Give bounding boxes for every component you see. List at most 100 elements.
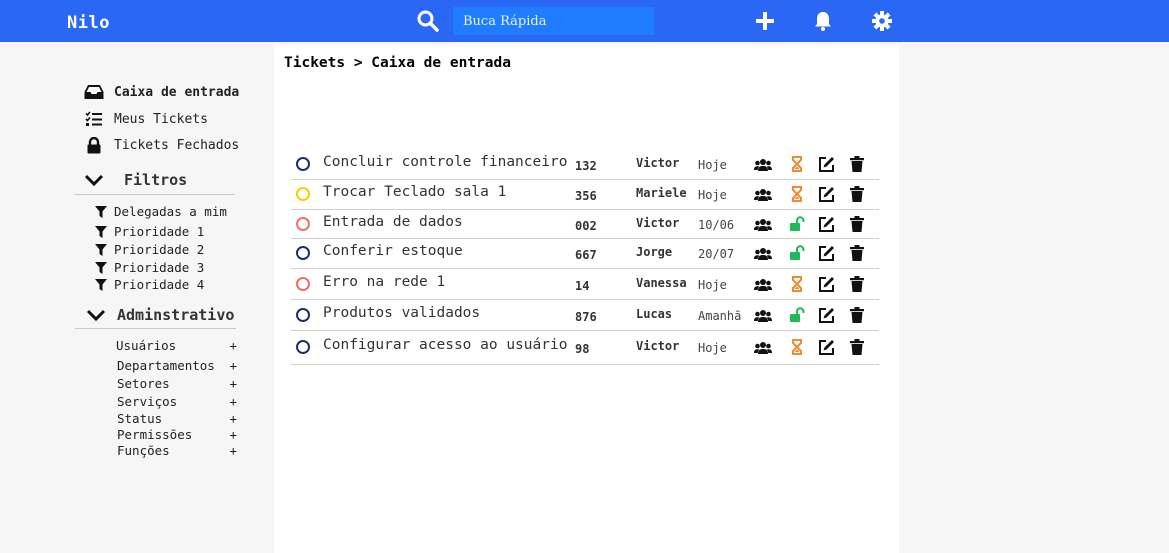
priority-indicator	[296, 308, 310, 322]
edit-icon[interactable]	[818, 276, 834, 292]
search-icon[interactable]	[416, 9, 440, 33]
ticket-date: Hoje	[698, 158, 727, 172]
unlock-icon[interactable]	[789, 307, 805, 323]
ticket-title[interactable]: Conferir estoque	[323, 243, 463, 259]
edit-icon[interactable]	[818, 307, 834, 323]
edit-icon[interactable]	[818, 245, 834, 261]
trash-icon[interactable]	[850, 245, 866, 261]
group-icon[interactable]	[754, 217, 772, 233]
ticket-date: Amanhã	[698, 309, 742, 323]
gear-icon[interactable]	[871, 10, 893, 32]
checklist-icon	[84, 110, 104, 128]
inbox-icon	[84, 83, 104, 101]
group-icon[interactable]	[754, 246, 772, 262]
filters-section-toggle[interactable]: Filtros	[84, 171, 187, 189]
filter-priority-3[interactable]: Prioridade 3	[95, 260, 204, 275]
admin-item-services[interactable]: Serviços +	[117, 394, 237, 409]
breadcrumb: Tickets > Caixa de entrada	[284, 55, 511, 71]
group-icon[interactable]	[754, 157, 772, 173]
edit-icon[interactable]	[818, 156, 834, 172]
edit-icon[interactable]	[818, 216, 834, 232]
ticket-date: Hoje	[698, 188, 727, 202]
main-panel: Tickets > Caixa de entrada Concluir cont…	[274, 44, 899, 553]
bell-icon[interactable]	[812, 10, 834, 32]
ticket-row[interactable]: Produtos validados 876 Lucas Amanhã	[291, 300, 879, 331]
admin-item-label: Status	[117, 411, 163, 426]
trash-icon[interactable]	[850, 307, 866, 323]
filter-label: Prioridade 4	[114, 277, 205, 292]
top-bar: Nilo	[0, 0, 1169, 42]
ticket-assignee: Victor	[636, 156, 680, 170]
sidebar-item-closed-tickets[interactable]: Tickets Fechados	[84, 136, 239, 154]
hourglass-icon[interactable]	[789, 156, 805, 172]
ticket-assignee: Victor	[636, 216, 680, 230]
add-button[interactable]: +	[229, 394, 237, 409]
trash-icon[interactable]	[850, 339, 866, 355]
filter-priority-4[interactable]: Prioridade 4	[95, 277, 204, 292]
admin-item-label: Funções	[117, 443, 170, 458]
ticket-row[interactable]: Erro na rede 1 14 Vanessa Hoje	[291, 269, 879, 300]
admin-item-sectors[interactable]: Setores +	[117, 376, 237, 391]
priority-indicator	[296, 157, 310, 171]
filter-delegated-to-me[interactable]: Delegadas a mim	[95, 204, 227, 219]
trash-icon[interactable]	[850, 186, 866, 202]
unlock-icon[interactable]	[789, 245, 805, 261]
filter-priority-1[interactable]: Prioridade 1	[95, 224, 204, 239]
admin-item-label: Serviços	[117, 394, 178, 409]
hourglass-icon[interactable]	[789, 186, 805, 202]
plus-icon[interactable]	[754, 10, 776, 32]
group-icon[interactable]	[754, 277, 772, 293]
ticket-title[interactable]: Entrada de dados	[323, 214, 463, 230]
ticket-assignee: Vanessa	[636, 276, 687, 290]
admin-item-departments[interactable]: Departamentos +	[117, 358, 237, 373]
ticket-number: 98	[575, 342, 590, 356]
divider	[75, 328, 236, 329]
admin-section-toggle[interactable]: Adminstrativo	[86, 306, 234, 324]
group-icon[interactable]	[754, 340, 772, 356]
add-button[interactable]: +	[229, 443, 237, 458]
ticket-title[interactable]: Configurar acesso ao usuário	[323, 337, 567, 353]
trash-icon[interactable]	[850, 216, 866, 232]
priority-indicator	[296, 246, 310, 260]
ticket-title[interactable]: Erro na rede 1	[323, 274, 445, 290]
ticket-assignee: Victor	[636, 339, 680, 353]
add-button[interactable]: +	[229, 427, 237, 442]
edit-icon[interactable]	[818, 186, 834, 202]
ticket-assignee: Jorge	[636, 245, 673, 259]
ticket-title[interactable]: Concluir controle financeiro	[323, 154, 567, 170]
sidebar-item-label: Caixa de entrada	[114, 84, 240, 100]
add-button[interactable]: +	[229, 358, 237, 373]
quick-search-input[interactable]	[453, 7, 654, 35]
hourglass-icon[interactable]	[789, 339, 805, 355]
add-button[interactable]: +	[229, 376, 237, 391]
add-button[interactable]: +	[229, 411, 237, 426]
hourglass-icon[interactable]	[789, 276, 805, 292]
ticket-number: 132	[575, 159, 597, 173]
filter-icon	[95, 225, 107, 238]
admin-item-permissions[interactable]: Permissões +	[117, 427, 237, 442]
edit-icon[interactable]	[818, 339, 834, 355]
sidebar-item-label: Meus Tickets	[114, 111, 208, 127]
filter-priority-2[interactable]: Prioridade 2	[95, 242, 204, 257]
lock-icon	[84, 136, 104, 154]
admin-item-users[interactable]: Usuários +	[116, 338, 237, 353]
sidebar-item-inbox[interactable]: Caixa de entrada	[84, 83, 239, 101]
divider	[74, 194, 235, 195]
sidebar-item-my-tickets[interactable]: Meus Tickets	[84, 110, 208, 128]
ticket-title[interactable]: Trocar Teclado sala 1	[323, 184, 506, 200]
admin-item-roles[interactable]: Funções +	[117, 443, 237, 458]
group-icon[interactable]	[754, 308, 772, 324]
trash-icon[interactable]	[850, 276, 866, 292]
add-button[interactable]: +	[229, 338, 237, 353]
ticket-row[interactable]: Conferir estoque 667 Jorge 20/07	[291, 239, 879, 269]
ticket-row[interactable]: Configurar acesso ao usuário 98 Victor Hoje	[291, 331, 879, 365]
group-icon[interactable]	[754, 187, 772, 203]
brand-logo[interactable]: Nilo	[67, 13, 110, 33]
ticket-row[interactable]: Concluir controle financeiro 132 Victor Hoj…	[291, 150, 879, 180]
ticket-row[interactable]: Entrada de dados 002 Victor 10/06	[291, 210, 879, 239]
ticket-title[interactable]: Produtos validados	[323, 305, 480, 321]
trash-icon[interactable]	[850, 156, 866, 172]
admin-item-status[interactable]: Status +	[117, 411, 237, 426]
unlock-icon[interactable]	[789, 216, 805, 232]
ticket-row[interactable]: Trocar Teclado sala 1 356 Mariele Hoje	[291, 180, 879, 210]
